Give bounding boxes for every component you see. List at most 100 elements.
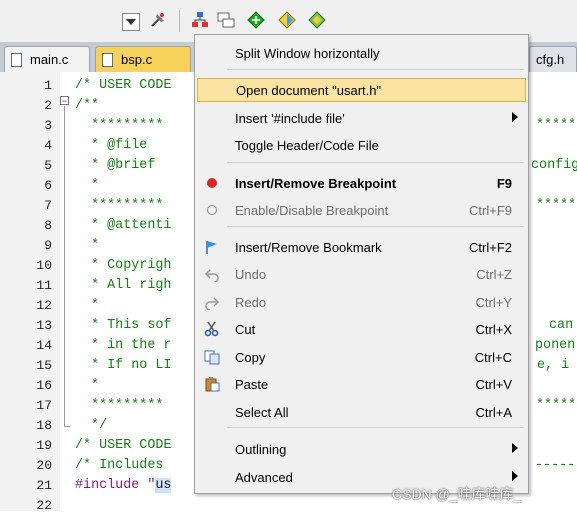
- line-number: 8: [44, 218, 52, 233]
- green-diamond-icon[interactable]: [246, 10, 266, 30]
- line-number: 4: [44, 138, 52, 153]
- menu-item-select-all[interactable]: Select All Ctrl+A: [197, 400, 526, 424]
- menu-item-label: Insert/Remove Breakpoint: [235, 175, 397, 191]
- code-line: * Copyrigh: [75, 258, 172, 273]
- menu-item-label: Paste: [235, 376, 269, 392]
- code-line: * This sof: [75, 318, 172, 333]
- menu-item-insert-remove-bookmark[interactable]: Insert/Remove Bookmark Ctrl+F2: [197, 235, 526, 259]
- code-line: * If no LI: [75, 358, 172, 373]
- menu-item-label: Insert '#include file': [235, 110, 345, 126]
- submenu-arrow-icon: [512, 112, 518, 124]
- line-number: 17: [36, 398, 52, 413]
- pin-icon[interactable]: [148, 10, 168, 30]
- document-icon: [102, 52, 113, 67]
- tab-label: main.c: [30, 52, 69, 67]
- submenu-arrow-icon: [512, 471, 518, 483]
- menu-separator: [227, 69, 524, 70]
- code-line: *: [75, 178, 100, 193]
- menu-item-undo[interactable]: Undo Ctrl+Z: [197, 262, 526, 286]
- fold-guide-end: [64, 426, 70, 427]
- code-line: /**: [75, 98, 100, 113]
- code-line: *: [75, 238, 100, 253]
- menu-item-shortcut: Ctrl+X: [475, 321, 512, 337]
- code-fragment: ********: [536, 118, 577, 133]
- breakpoint-red-icon: [203, 174, 221, 192]
- code-line: /* USER CODE: [75, 78, 172, 93]
- menu-item-outlining[interactable]: Outlining: [197, 437, 526, 461]
- breakpoint-disabled-icon: [203, 201, 221, 219]
- code-fragment: can: [549, 318, 574, 333]
- line-number: 7: [44, 198, 52, 213]
- menu-item-enable-disable-breakpoint[interactable]: Enable/Disable Breakpoint Ctrl+F9: [197, 198, 526, 222]
- line-number: 18: [36, 418, 52, 433]
- menu-item-insert-remove-breakpoint[interactable]: Insert/Remove Breakpoint F9: [197, 171, 526, 195]
- line-number: 15: [36, 358, 52, 373]
- code-line: *********: [75, 398, 164, 413]
- menu-item-paste[interactable]: Paste Ctrl+V: [197, 372, 526, 396]
- menu-item-shortcut: Ctrl+F2: [469, 239, 512, 255]
- line-number: 1: [44, 78, 52, 93]
- fold-guide: [64, 106, 65, 426]
- menu-item-insert-include-file[interactable]: Insert '#include file': [197, 106, 526, 130]
- code-line: * @attenti: [75, 218, 172, 233]
- line-number: 5: [44, 158, 52, 173]
- tab-bsp-c[interactable]: bsp.c: [95, 46, 191, 72]
- menu-item-label: Insert/Remove Bookmark: [235, 239, 382, 255]
- bookmark-flag-icon: [203, 238, 221, 256]
- fold-toggle-icon[interactable]: −: [60, 96, 69, 106]
- redo-icon: [203, 293, 221, 311]
- menu-item-copy[interactable]: Copy Ctrl+C: [197, 345, 526, 369]
- menu-item-shortcut: Ctrl+V: [475, 376, 512, 392]
- code-line: #include "us: [75, 478, 172, 493]
- dropdown-icon[interactable]: [122, 13, 140, 31]
- grid-icon[interactable]: [307, 10, 327, 30]
- code-line: * in the r: [75, 338, 172, 353]
- menu-item-label: Open document "usart.h": [236, 82, 382, 98]
- code-line: *: [75, 298, 100, 313]
- menu-separator: [227, 427, 524, 428]
- menu-item-shortcut: F9: [496, 175, 512, 191]
- line-number: 2: [44, 98, 52, 113]
- code-fragment: *******: [536, 198, 577, 213]
- tab-main-c[interactable]: main.c: [4, 46, 90, 72]
- tab-label: bsp.c: [121, 52, 153, 67]
- menu-item-label: Select All: [235, 404, 289, 420]
- watermark: CSDN @_哇库哇库_: [392, 486, 522, 502]
- code-fragment: ponen: [535, 338, 576, 353]
- toolbar-separator: [179, 10, 180, 32]
- code-line: /* USER CODE: [75, 438, 172, 453]
- menu-item-shortcut: Ctrl+Y: [475, 294, 512, 310]
- menu-item-split-window-horizontally[interactable]: Split Window horizontally: [197, 41, 526, 65]
- line-number: 3: [44, 118, 52, 133]
- menu-item-shortcut: Ctrl+Z: [476, 266, 512, 282]
- menu-item-shortcut: Ctrl+C: [474, 349, 512, 365]
- menu-item-shortcut: Ctrl+A: [475, 404, 512, 420]
- code-line: *********: [75, 118, 164, 133]
- code-fragment: config: [531, 158, 577, 173]
- code-line: /* Includes: [75, 458, 164, 473]
- menu-separator: [227, 226, 524, 227]
- code-fragment: e, i: [537, 358, 570, 373]
- line-number: 10: [36, 258, 52, 273]
- line-number: 12: [36, 298, 52, 313]
- menu-item-redo[interactable]: Redo Ctrl+Y: [197, 290, 526, 314]
- windows-icon[interactable]: [216, 10, 236, 30]
- line-number: 21: [36, 478, 52, 493]
- code-line: *: [75, 378, 100, 393]
- submenu-arrow-icon: [512, 443, 518, 455]
- tab-cfg-h[interactable]: cfg.h: [529, 46, 577, 72]
- line-number: 6: [44, 178, 52, 193]
- yellow-diamond-icon[interactable]: [277, 10, 297, 30]
- tab-label: cfg.h: [536, 52, 565, 67]
- context-menu: Split Window horizontally Open document "…: [194, 34, 529, 494]
- selected-word: us: [155, 478, 172, 493]
- code-line: */: [75, 418, 108, 433]
- menu-item-toggle-header-code-file[interactable]: Toggle Header/Code File: [197, 133, 526, 157]
- menu-item-label: Undo: [235, 266, 267, 282]
- menu-item-label: Cut: [235, 321, 256, 337]
- menu-item-open-document-usart-h[interactable]: Open document "usart.h": [197, 78, 526, 102]
- scissors-icon: [203, 320, 221, 338]
- hierarchy-icon[interactable]: [190, 10, 210, 30]
- menu-item-cut[interactable]: Cut Ctrl+X: [197, 317, 526, 341]
- line-number: 20: [36, 458, 52, 473]
